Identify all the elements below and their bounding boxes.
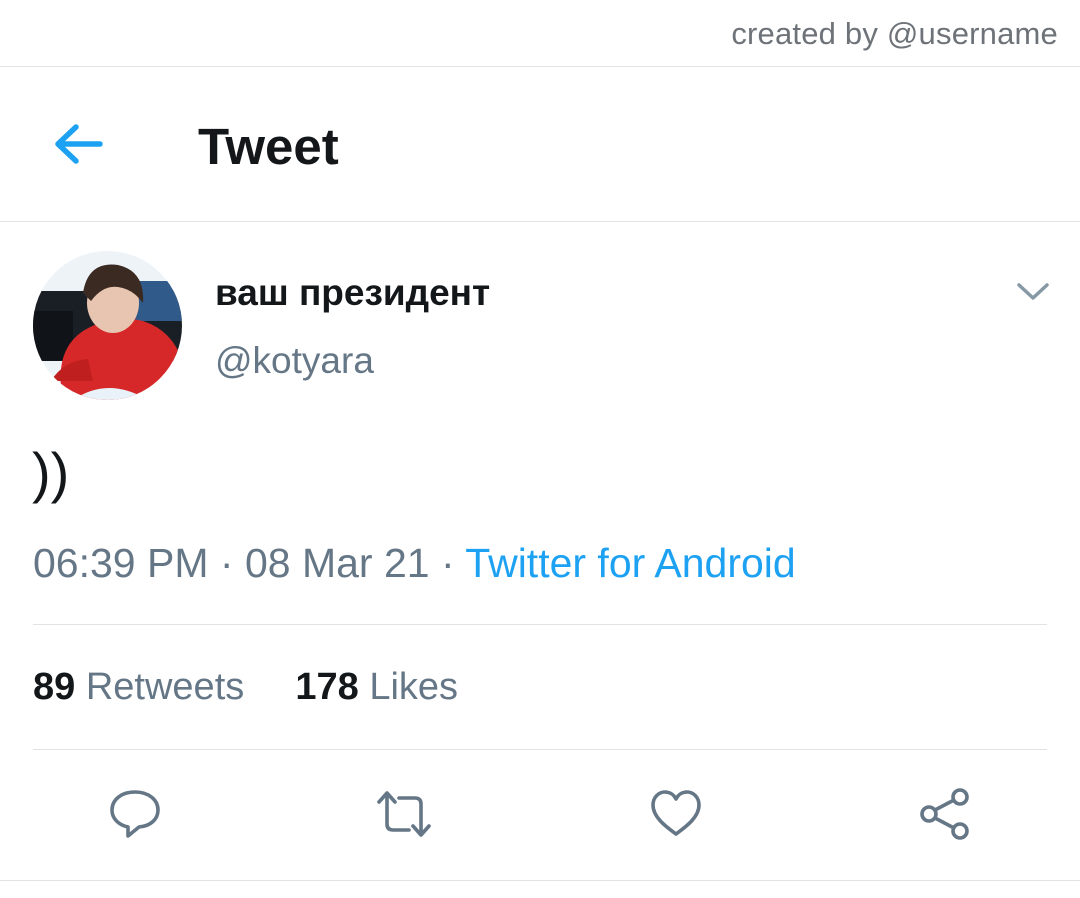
arrow-left-icon — [55, 124, 103, 164]
likes-label: Likes — [369, 666, 459, 708]
credit-bar: created by @username — [0, 0, 1080, 67]
chevron-down-icon — [1017, 283, 1049, 300]
retweet-button[interactable] — [376, 786, 432, 842]
avatar[interactable] — [33, 251, 182, 400]
likes-stat[interactable]: 178 Likes — [295, 666, 458, 708]
retweets-count: 89 — [33, 666, 76, 708]
comment-icon — [110, 790, 160, 838]
meta-separator: · — [440, 540, 455, 586]
divider — [33, 624, 1047, 625]
user-handle[interactable]: @kotyara — [215, 340, 374, 382]
tweet-date: 08 Mar 21 — [244, 540, 430, 586]
divider — [33, 749, 1047, 750]
credit-text: created by @username — [731, 16, 1058, 51]
share-button[interactable] — [917, 786, 973, 842]
tweet-text: )) — [32, 441, 70, 504]
bottom-divider — [0, 880, 1080, 881]
tweet-meta: 06:39 PM · 08 Mar 21 · Twitter for Andro… — [33, 540, 796, 587]
share-icon — [920, 788, 969, 840]
heart-icon — [651, 790, 701, 836]
back-button[interactable] — [50, 119, 106, 169]
reply-button[interactable] — [107, 786, 163, 842]
more-options-button[interactable] — [1014, 278, 1052, 306]
retweet-icon — [377, 791, 431, 837]
display-name[interactable]: ваш президент — [215, 272, 490, 314]
app-header: Tweet — [0, 67, 1080, 222]
meta-separator: · — [219, 540, 234, 586]
retweets-label: Retweets — [85, 666, 245, 708]
tweet-stats: 89 Retweets 178 Likes — [33, 666, 458, 709]
like-button[interactable] — [648, 786, 704, 842]
page-title: Tweet — [198, 118, 339, 175]
tweet-source-link[interactable]: Twitter for Android — [465, 540, 795, 586]
tweet-time: 06:39 PM — [33, 540, 209, 586]
retweets-stat[interactable]: 89 Retweets — [33, 666, 244, 708]
likes-count: 178 — [295, 666, 359, 708]
